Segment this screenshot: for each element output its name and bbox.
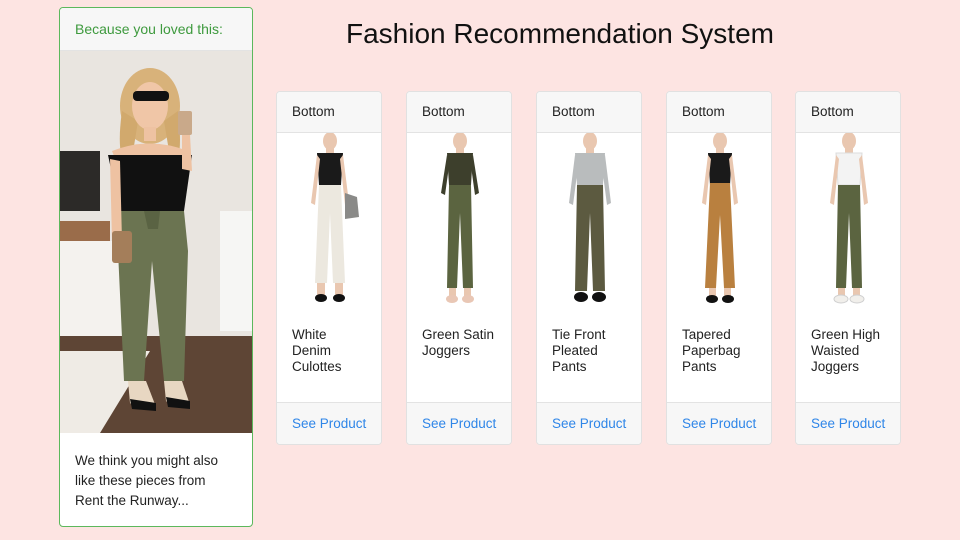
product-image[interactable] [407, 133, 511, 313]
inspiration-photo-illustration [60, 51, 252, 433]
product-image[interactable] [537, 133, 641, 313]
product-name: Green High Waisted Joggers [811, 327, 881, 374]
product-image[interactable] [277, 133, 381, 313]
page-title: Fashion Recommendation System [346, 18, 774, 49]
see-product-link[interactable]: See Product [667, 402, 771, 444]
model-illustration [311, 133, 359, 302]
product-name: Green Satin Joggers [422, 327, 495, 358]
product-category: Bottom [667, 92, 771, 133]
model-illustration [569, 133, 611, 302]
inspiration-card: Because you loved this: We think you mig… [59, 7, 253, 527]
product-image[interactable] [796, 133, 900, 313]
product-category: Bottom [796, 92, 900, 133]
see-product-link[interactable]: See Product [537, 402, 641, 444]
product-image[interactable] [667, 133, 771, 313]
product-card[interactable]: Bottom Tapered Paperbag Pants See Produc… [666, 91, 772, 445]
product-card[interactable]: Bottom White Denim Culottes See Product [276, 91, 382, 445]
product-card[interactable]: Bottom Green High Waisted Joggers See Pr… [795, 91, 901, 445]
product-name: White Denim Culottes [292, 327, 342, 374]
product-card[interactable]: Bottom Tie Front Pleated Pants See Produ… [536, 91, 642, 445]
model-illustration [702, 133, 738, 303]
inspiration-photo [60, 51, 252, 433]
product-category: Bottom [537, 92, 641, 133]
see-product-link[interactable]: See Product [407, 402, 511, 444]
product-category: Bottom [277, 92, 381, 133]
see-product-link[interactable]: See Product [796, 402, 900, 444]
model-illustration [441, 133, 479, 303]
product-name: Tie Front Pleated Pants [552, 327, 606, 374]
product-card[interactable]: Bottom Green Satin Joggers See Product [406, 91, 512, 445]
inspiration-card-header: Because you loved this: [60, 8, 252, 51]
model-illustration [830, 133, 868, 304]
see-product-link[interactable]: See Product [277, 402, 381, 444]
product-category: Bottom [407, 92, 511, 133]
inspiration-description: We think you might also like these piece… [75, 453, 219, 508]
product-name: Tapered Paperbag Pants [682, 327, 741, 374]
